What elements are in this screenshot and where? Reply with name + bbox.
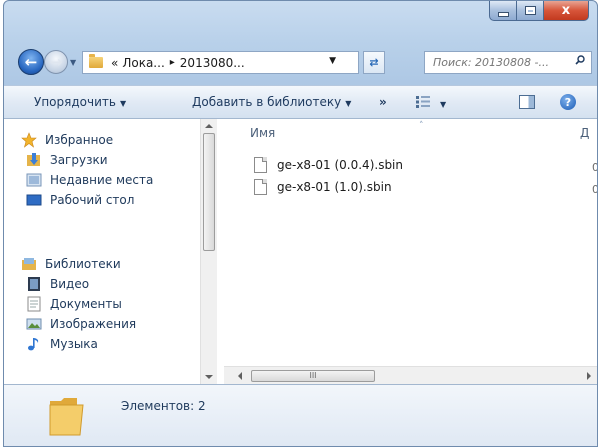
nav-video[interactable]: Видео — [26, 276, 89, 292]
minimize-icon — [497, 11, 509, 17]
file-list: ˄ Имя Д ge-x8-01 (0.0.4).sbin 0 ge-x8-01… — [224, 119, 597, 384]
sort-indicator-icon: ˄ — [419, 121, 424, 131]
chevron-down-icon: ▼ — [119, 99, 127, 108]
breadcrumb-item[interactable]: Лока... — [122, 56, 164, 70]
images-icon — [26, 318, 42, 330]
nav-music[interactable]: Музыка — [26, 336, 98, 352]
address-bar[interactable]: « Лока... ▸ 2013080... ▼ — [82, 51, 359, 74]
nav-recent-places-label: Недавние места — [50, 173, 154, 187]
arrow-left-icon: ← — [24, 53, 38, 71]
file-row[interactable]: ge-x8-01 (0.0.4).sbin — [254, 157, 403, 173]
explorer-window: x ← → ▼ « Лока... ▸ 2013080... ▼ ⇄ Упоря… — [3, 0, 598, 447]
music-icon — [28, 338, 39, 351]
recent-pages-dropdown[interactable]: ▼ — [70, 58, 76, 67]
organize-button[interactable]: Упорядочить ▼ — [34, 95, 126, 109]
breadcrumb-overflow[interactable]: « — [111, 56, 118, 70]
nav-documents[interactable]: Документы — [26, 296, 122, 312]
nav-recent-places[interactable]: Недавние места — [26, 172, 153, 188]
breadcrumb-separator-icon: ▸ — [169, 57, 175, 68]
column-header-date[interactable]: Д — [580, 126, 589, 140]
file-icon — [254, 157, 267, 173]
navigation-row: ← → ▼ « Лока... ▸ 2013080... ▼ ⇄ — [4, 45, 597, 81]
arrow-right-icon: → — [49, 53, 63, 71]
navigation-pane-scrollbar[interactable] — [200, 119, 217, 384]
nav-video-label: Видео — [50, 277, 90, 291]
nav-favorites-label: Избранное — [45, 133, 114, 147]
search-box[interactable] — [424, 51, 592, 74]
scroll-up-icon[interactable] — [205, 124, 213, 128]
search-input[interactable] — [431, 55, 575, 70]
nav-desktop[interactable]: Рабочий стол — [26, 192, 134, 208]
search-icon[interactable] — [575, 55, 585, 65]
nav-music-label: Музыка — [50, 337, 98, 351]
scroll-right-icon[interactable] — [587, 372, 591, 380]
organize-label: Упорядочить — [34, 95, 116, 109]
file-name: ge-x8-01 (1.0).sbin — [277, 180, 392, 194]
file-date: 0 — [592, 183, 597, 196]
window-controls: x — [489, 1, 589, 22]
nav-favorites[interactable]: Избранное — [21, 132, 113, 148]
more-commands-button[interactable]: » — [379, 95, 387, 109]
downloads-folder-icon — [27, 153, 40, 166]
close-icon: x — [561, 3, 571, 18]
desktop-icon — [26, 194, 42, 206]
back-button[interactable]: ← — [18, 49, 44, 75]
preview-pane-icon[interactable] — [519, 95, 535, 109]
navigation-pane: Избранное Загрузки Недавние места Рабочи… — [4, 119, 224, 384]
help-icon[interactable]: ? — [560, 94, 576, 110]
nav-libraries-label: Библиотеки — [45, 257, 121, 271]
command-bar: Упорядочить ▼ Добавить в библиотеку ▼ » ▼ … — [4, 85, 597, 119]
folder-icon — [89, 54, 103, 68]
nav-images-label: Изображения — [50, 317, 137, 331]
nav-libraries[interactable]: Библиотеки — [21, 256, 121, 272]
close-button[interactable]: x — [544, 1, 589, 21]
documents-icon — [27, 296, 41, 312]
add-to-library-label: Добавить в библиотеку — [192, 95, 342, 109]
chevron-down-icon: ▼ — [345, 99, 352, 108]
video-icon — [28, 277, 40, 291]
file-row[interactable]: ge-x8-01 (1.0).sbin — [254, 179, 392, 195]
scroll-down-icon[interactable] — [205, 375, 213, 379]
maximize-icon — [524, 6, 536, 15]
file-icon — [254, 179, 267, 195]
minimize-button[interactable] — [489, 1, 517, 21]
nav-desktop-label: Рабочий стол — [50, 193, 135, 207]
star-icon — [21, 132, 37, 148]
libraries-icon — [22, 258, 36, 270]
maximize-button[interactable] — [517, 1, 544, 21]
nav-downloads[interactable]: Загрузки — [26, 152, 108, 168]
view-options-icon[interactable] — [416, 96, 430, 108]
column-header-name[interactable]: Имя — [250, 126, 275, 140]
add-to-library-button[interactable]: Добавить в библиотеку ▼ — [192, 95, 351, 109]
file-date: 0 — [592, 161, 597, 174]
scroll-left-icon[interactable] — [238, 372, 242, 380]
forward-button[interactable]: → — [44, 50, 68, 74]
details-pane: Элементов: 2 — [4, 384, 597, 446]
file-list-horizontal-scrollbar[interactable]: III — [224, 366, 597, 384]
nav-documents-label: Документы — [50, 297, 122, 311]
chevron-down-icon: ▼ — [440, 100, 447, 109]
nav-downloads-label: Загрузки — [50, 153, 108, 167]
recent-places-icon — [26, 173, 42, 187]
address-dropdown-icon[interactable]: ▼ — [329, 56, 336, 66]
item-count: Элементов: 2 — [121, 399, 206, 413]
breadcrumb-item[interactable]: 2013080... — [180, 56, 245, 70]
nav-images[interactable]: Изображения — [26, 316, 136, 332]
view-dropdown[interactable]: ▼ — [436, 96, 446, 110]
refresh-button[interactable]: ⇄ — [363, 51, 385, 74]
scrollbar-thumb[interactable]: III — [251, 370, 375, 382]
folder-icon — [49, 398, 84, 436]
refresh-icon: ⇄ — [369, 56, 379, 69]
scrollbar-thumb[interactable] — [203, 133, 215, 251]
file-name: ge-x8-01 (0.0.4).sbin — [277, 158, 403, 172]
